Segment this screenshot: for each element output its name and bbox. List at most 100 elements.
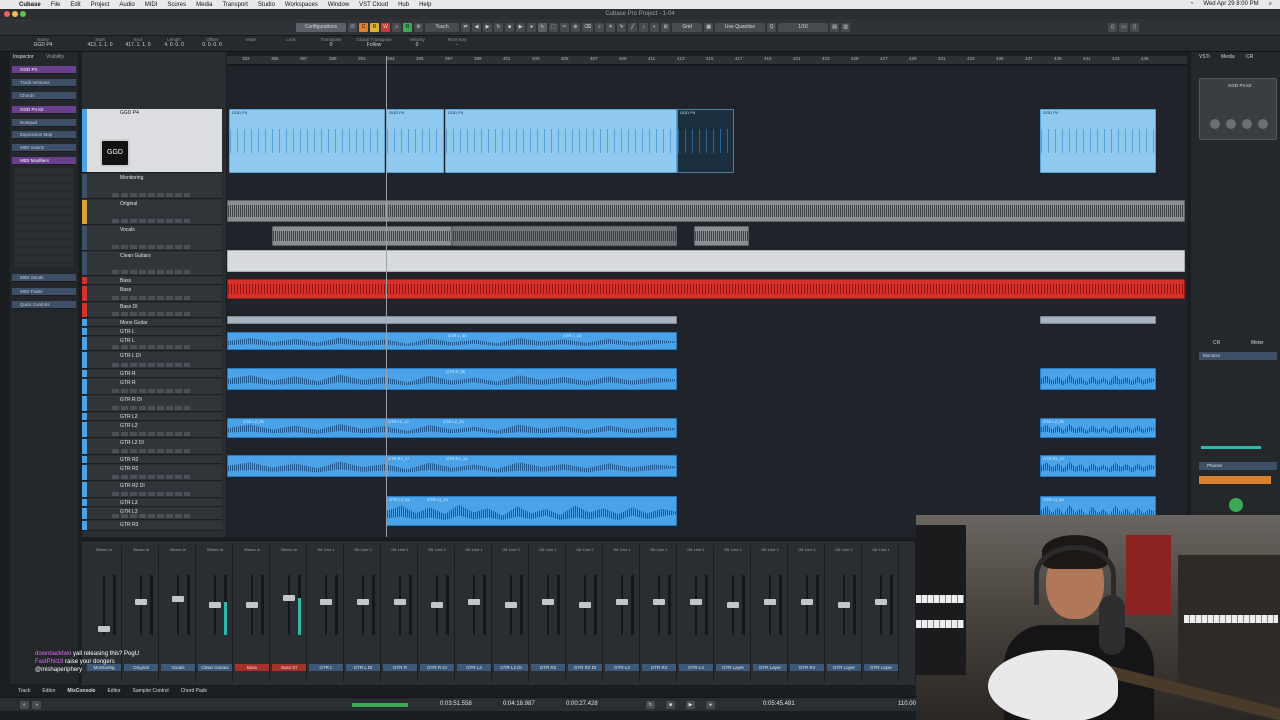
channel-input-routing[interactable]: Gtr Line 2 xyxy=(420,547,454,552)
quantize-icon[interactable]: Q xyxy=(767,22,777,32)
channel-name[interactable]: GTR R4 xyxy=(790,664,824,671)
info-root-key[interactable]: Root Key - xyxy=(440,37,474,48)
dim-button-icon[interactable] xyxy=(1229,498,1243,512)
track-header[interactable]: GTR L3 xyxy=(82,508,222,520)
tab-visibility[interactable]: Visibility xyxy=(46,54,64,60)
track-header[interactable]: Mono Guitar xyxy=(82,319,222,327)
channel-input-routing[interactable]: Gtr Line 1 xyxy=(679,547,713,552)
control-room-phones[interactable]: Phones xyxy=(1199,462,1277,470)
channel-input-routing[interactable]: Gtr Line 1 xyxy=(531,547,565,552)
mixer-channel-strip[interactable]: Gtr Line 1 GTR R2 xyxy=(530,545,566,682)
automation-mode-icon[interactable]: ⚙ xyxy=(414,22,423,32)
volume-fader[interactable] xyxy=(875,599,887,605)
channel-name[interactable]: GTR R xyxy=(383,664,417,671)
channel-name[interactable]: GTR R3 xyxy=(642,664,676,671)
grid-size-dropdown[interactable]: Use Quantize xyxy=(715,22,766,32)
mixer-channel-strip[interactable]: Gtr Line 2 GTR R2 DI xyxy=(567,545,603,682)
mixer-channel-strip[interactable]: Gtr Line 2 GTR Layer xyxy=(752,545,788,682)
color-selector-icon[interactable]: ▤ xyxy=(830,22,840,32)
quick-control-knob-icon[interactable] xyxy=(1242,119,1252,129)
track-header[interactable]: Clean Guitars xyxy=(82,252,222,276)
channel-input-routing[interactable]: Gtr Line 1 xyxy=(716,547,750,552)
play-icon[interactable]: ▶ xyxy=(516,22,525,32)
tab-mixconsole[interactable]: MixConsole xyxy=(67,688,95,694)
channel-input-routing[interactable]: Stereo In xyxy=(272,547,306,552)
track-header[interactable]: Bass xyxy=(82,277,222,285)
read-automation-button[interactable]: R xyxy=(370,22,379,32)
locate-previous-icon[interactable]: ◀ xyxy=(472,22,481,32)
channel-input-routing[interactable]: Gtr Line 1 xyxy=(457,547,491,552)
track-header[interactable]: GTR L2 DI xyxy=(82,439,222,455)
minimize-window-button[interactable] xyxy=(12,11,18,17)
track-header[interactable]: GTR R3 xyxy=(82,521,222,531)
menu-help[interactable]: Help xyxy=(414,2,436,8)
play-tool-icon[interactable]: ♪ xyxy=(639,22,649,32)
channel-input-routing[interactable]: Gtr Line 2 xyxy=(494,547,528,552)
audio-event-gtr-l2[interactable]: GTR L2_28 xyxy=(1040,418,1156,438)
inspector-midi-modifiers[interactable]: MIDI Modifiers xyxy=(12,157,76,165)
mixer-channel-strip[interactable]: Gtr Line 2 GTR Layer xyxy=(826,545,862,682)
instrument-rack-slot[interactable]: GGD P4 Kit xyxy=(1199,78,1277,140)
inspector-quick-controls[interactable]: Quick Controls xyxy=(12,301,76,309)
track-header[interactable]: GGD P4 GGD xyxy=(82,109,222,173)
channel-input-routing[interactable]: Gtr Line 1 xyxy=(864,547,898,552)
split-tool-icon[interactable]: ✂ xyxy=(560,22,569,32)
write-automation-button[interactable]: W xyxy=(381,22,390,32)
audio-event-gtr-r2[interactable]: GTR R2_27 GTR R2_14 xyxy=(227,455,677,477)
info-mute[interactable]: Mute xyxy=(236,37,266,42)
volume-fader[interactable] xyxy=(727,602,739,608)
monitor-button[interactable]: ♫ xyxy=(392,22,401,32)
record-enable-button[interactable]: R xyxy=(403,22,412,32)
track-header[interactable]: Original xyxy=(82,200,222,225)
inspector-midi-inserts[interactable]: MIDI Inserts xyxy=(12,144,76,152)
tab-chord-pads[interactable]: Chord Pads xyxy=(181,688,207,694)
channel-name[interactable]: GTR R DI xyxy=(420,664,454,671)
grid-type-icon[interactable]: ▦ xyxy=(704,22,714,32)
audio-event-original[interactable] xyxy=(227,200,1185,222)
control-room-monitors[interactable]: Monitors xyxy=(1199,352,1277,360)
track-header[interactable]: GTR R2 xyxy=(82,465,222,481)
channel-name[interactable]: GTR Layer xyxy=(864,664,898,671)
spotlight-icon[interactable]: ⌕ xyxy=(1269,1,1272,8)
show-lower-zone-icon[interactable]: ▭ xyxy=(1119,22,1129,32)
volume-fader[interactable] xyxy=(172,596,184,602)
track-header[interactable]: GTR L DI xyxy=(82,352,222,369)
channel-name[interactable]: GTR L2 xyxy=(457,664,491,671)
channel-name[interactable]: GTR L4 xyxy=(679,664,713,671)
tab-cr[interactable]: CR xyxy=(1246,54,1253,60)
quick-control-knob-icon[interactable] xyxy=(1226,119,1236,129)
activate-project-button[interactable]: ⏻ xyxy=(348,22,357,32)
glue-tool-icon[interactable]: ⊕ xyxy=(571,22,580,32)
menu-midi[interactable]: MIDI xyxy=(140,2,163,8)
track-header[interactable]: GTR R2 xyxy=(82,456,222,464)
info-offset[interactable]: Offset 0. 0. 0. 0 xyxy=(194,37,230,48)
audio-event-gtr-r[interactable]: GTR R_36 xyxy=(227,368,677,390)
mixer-channel-strip[interactable]: Stereo In Clean Guitars xyxy=(197,545,233,682)
automation-mode-dropdown[interactable]: Touch xyxy=(425,22,459,32)
mixer-channel-strip[interactable]: Gtr Line 1 GTR Layer xyxy=(715,545,751,682)
menu-project[interactable]: Project xyxy=(86,2,115,8)
play-transport-icon[interactable]: ▶ xyxy=(686,701,695,709)
erase-tool-icon[interactable]: ⌫ xyxy=(582,22,594,32)
channel-input-routing[interactable]: Gtr Line 1 xyxy=(605,547,639,552)
quantize-preset-dropdown[interactable]: 1/16 xyxy=(778,22,829,32)
inspector-midi-fader[interactable]: MIDI Fader xyxy=(12,288,76,296)
volume-fader[interactable] xyxy=(394,599,406,605)
volume-fader[interactable] xyxy=(542,599,554,605)
close-window-button[interactable] xyxy=(4,11,10,17)
channel-input-routing[interactable]: Gtr Line 1 xyxy=(309,547,343,552)
mixer-channel-strip[interactable]: Gtr Line 1 GTR L2 xyxy=(456,545,492,682)
primary-time-display[interactable]: 0:05:45.481 xyxy=(763,701,795,707)
track-header[interactable]: GTR R xyxy=(82,370,222,378)
tab-sampler-control[interactable]: Sampler Control xyxy=(133,688,169,694)
inspector-track-name[interactable]: GGD P4 xyxy=(12,66,76,74)
volume-fader[interactable] xyxy=(653,599,665,605)
midi-part[interactable]: GGD P4 xyxy=(1040,109,1156,173)
menu-workspaces[interactable]: Workspaces xyxy=(280,2,323,8)
mixer-channel-strip[interactable]: Stereo In Bass xyxy=(234,545,270,682)
punch-out-icon[interactable]: ◑ xyxy=(32,701,41,709)
audio-event-vocals[interactable] xyxy=(272,226,452,246)
inspector-midi-sends[interactable]: MIDI Sends xyxy=(12,274,76,282)
channel-name[interactable]: GTR R2 xyxy=(531,664,565,671)
channel-name[interactable]: GTR L DI xyxy=(346,664,380,671)
